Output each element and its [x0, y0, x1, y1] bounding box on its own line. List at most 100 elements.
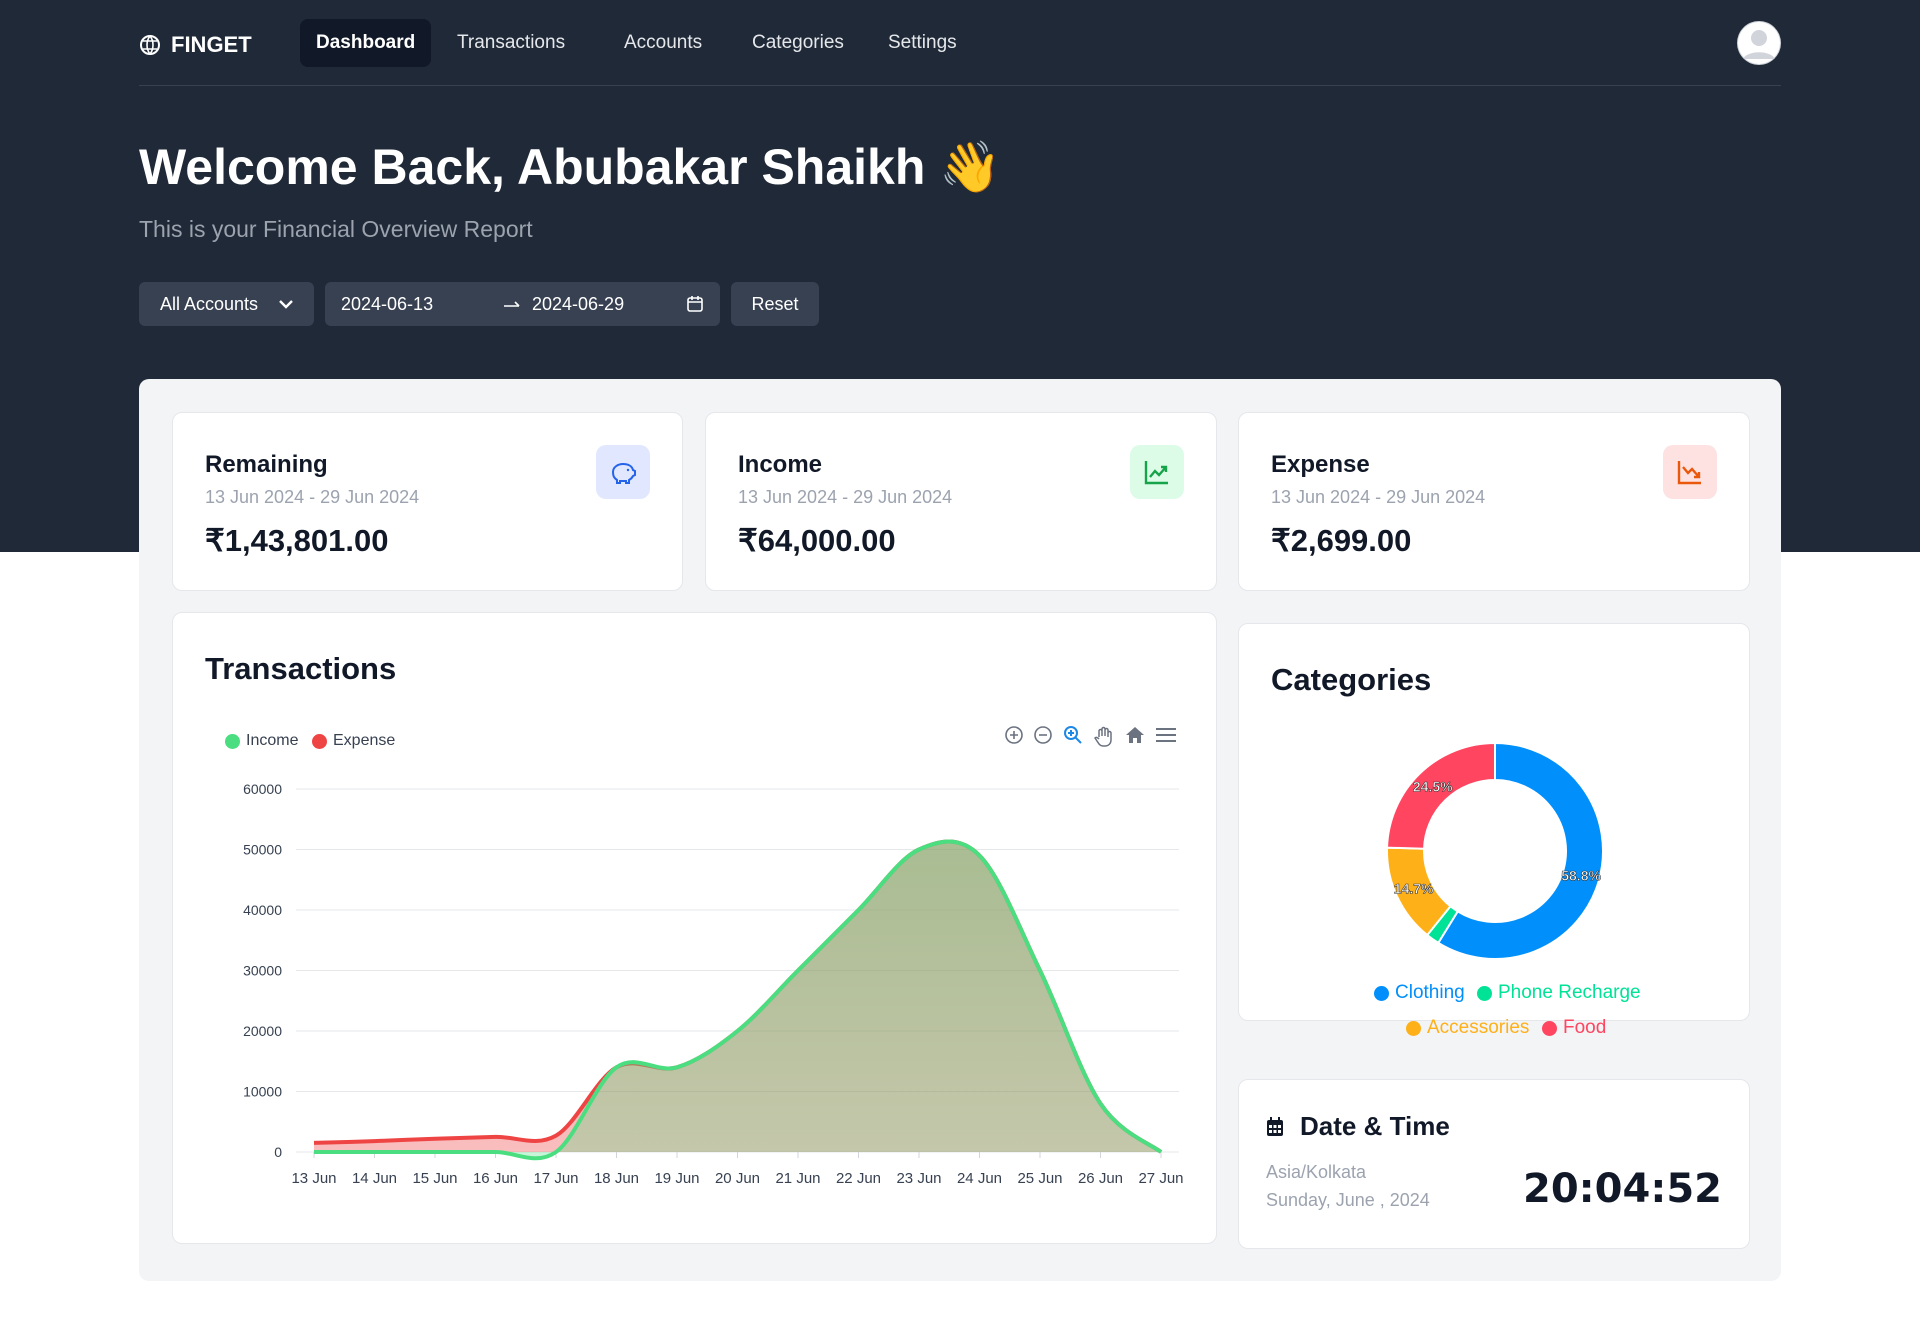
donut-slice-label: 24.5%	[1413, 779, 1453, 795]
legend-food-marker	[1542, 1020, 1557, 1036]
account-select[interactable]: All Accounts	[139, 282, 314, 326]
home-icon[interactable]	[1124, 725, 1146, 745]
legend-clothing-label: Clothing	[1395, 982, 1465, 1003]
stat-title: Income	[738, 451, 823, 478]
y-tick-label: 0	[274, 1144, 282, 1160]
nav-accounts[interactable]: Accounts	[608, 19, 718, 67]
series-area-income	[314, 841, 1161, 1159]
stat-range: 13 Jun 2024 - 29 Jun 2024	[738, 487, 953, 507]
calendar-icon	[1267, 1117, 1283, 1136]
trending-up-icon	[1130, 445, 1184, 499]
x-tick-label: 19 Jun	[654, 1170, 699, 1187]
nav-dashboard[interactable]: Dashboard	[300, 19, 432, 67]
legend-food[interactable]: Food	[1542, 1017, 1606, 1039]
transactions-area-chart: 0 10000 20000 30000 40000 50000 60000 13 Jun 14…	[243, 781, 1184, 1187]
stat-range: 13 Jun 2024 - 29 Jun 2024	[1271, 487, 1486, 507]
dashboard-panel: Remaining 13 Jun 2024 - 29 Jun 2024 ₹1,4…	[139, 379, 1781, 1281]
legend-expense-marker	[312, 733, 327, 749]
legend-phone-recharge-marker	[1477, 985, 1492, 1001]
logo[interactable]: FINGET	[139, 32, 252, 58]
donut-slice-label: 58.8%	[1561, 867, 1601, 883]
date-range-picker[interactable]: 2024-06-13 2024-06-29	[325, 282, 720, 326]
legend-accessories[interactable]: Accessories	[1406, 1017, 1529, 1039]
stat-value: ₹1,43,801.00	[205, 523, 389, 558]
selection-zoom-icon[interactable]	[1062, 725, 1084, 745]
legend-expense-label: Expense	[333, 732, 396, 749]
y-tick-label: 30000	[243, 963, 282, 979]
datetime-card: Date & Time Asia/Kolkata Sunday, June , …	[1238, 1079, 1750, 1249]
x-tick-label: 20 Jun	[715, 1170, 760, 1187]
page-title: Welcome Back, Abubakar Shaikh 👋	[139, 139, 1002, 195]
x-tick-label: 27 Jun	[1138, 1170, 1183, 1187]
stat-value: ₹2,699.00	[1271, 523, 1412, 558]
stat-card-remaining: Remaining 13 Jun 2024 - 29 Jun 2024 ₹1,4…	[172, 412, 683, 591]
chart-toolbar	[1004, 725, 1177, 747]
legend-phone-recharge-label: Phone Recharge	[1498, 982, 1641, 1003]
x-tick-label: 13 Jun	[291, 1170, 336, 1187]
x-tick-label: 25 Jun	[1017, 1170, 1062, 1187]
stat-range: 13 Jun 2024 - 29 Jun 2024	[205, 487, 420, 507]
nav-transactions[interactable]: Transactions	[441, 19, 581, 67]
pan-hand-icon[interactable]	[1093, 725, 1115, 747]
app-name: FINGET	[171, 32, 252, 57]
stat-title: Remaining	[205, 451, 328, 478]
chart-y-axis: 0 10000 20000 30000 40000 50000 60000	[243, 781, 282, 1160]
categories-donut-chart: 58.8% 14.7% 24.5%	[1386, 741, 1604, 960]
stat-title: Expense	[1271, 451, 1370, 478]
x-tick-label: 26 Jun	[1078, 1170, 1123, 1187]
zoom-in-icon[interactable]	[1004, 725, 1024, 745]
legend-food-label: Food	[1563, 1017, 1607, 1038]
stat-card-expense: Expense 13 Jun 2024 - 29 Jun 2024 ₹2,699…	[1238, 412, 1750, 591]
x-tick-label: 22 Jun	[836, 1170, 881, 1187]
nav-categories[interactable]: Categories	[736, 19, 860, 67]
legend-income-label: Income	[246, 732, 299, 749]
categories-title: Categories	[1271, 662, 1432, 697]
legend-income-marker	[225, 733, 240, 749]
transactions-title: Transactions	[205, 651, 397, 686]
arrow-right-icon	[504, 301, 520, 307]
page-subtitle: This is your Financial Overview Report	[139, 216, 533, 242]
x-tick-label: 16 Jun	[473, 1170, 518, 1187]
x-tick-label: 23 Jun	[896, 1170, 941, 1187]
timezone-label: Asia/Kolkata	[1266, 1162, 1367, 1182]
menu-icon[interactable]	[1155, 725, 1177, 745]
donut-slice-food[interactable]	[1386, 741, 1496, 850]
legend-clothing-marker	[1374, 985, 1389, 1001]
x-tick-label: 21 Jun	[775, 1170, 820, 1187]
legend-expense[interactable]: Expense	[312, 732, 395, 750]
nav-settings[interactable]: Settings	[872, 19, 973, 67]
end-date-input[interactable]: 2024-06-29	[532, 282, 624, 326]
globe-icon	[140, 35, 160, 55]
chart-x-axis: 13 Jun 14 Jun 15 Jun 16 Jun 17 Jun 18 Jun 19 J…	[291, 1152, 1184, 1187]
legend-phone-recharge[interactable]: Phone Recharge	[1477, 982, 1641, 1004]
chevron-down-icon	[279, 300, 293, 309]
stat-card-income: Income 13 Jun 2024 - 29 Jun 2024 ₹64,000…	[705, 412, 1217, 591]
y-tick-label: 20000	[243, 1023, 282, 1039]
x-tick-label: 18 Jun	[594, 1170, 639, 1187]
y-tick-label: 60000	[243, 781, 282, 797]
piggy-bank-icon	[596, 445, 650, 499]
x-tick-label: 24 Jun	[957, 1170, 1002, 1187]
stat-value: ₹64,000.00	[738, 523, 896, 558]
date-label: Sunday, June , 2024	[1266, 1190, 1430, 1210]
legend-income[interactable]: Income	[225, 732, 298, 750]
user-icon	[1738, 22, 1780, 64]
reset-button[interactable]: Reset	[731, 282, 819, 326]
chart-series	[313, 839, 1163, 1161]
start-date-input[interactable]: 2024-06-13	[341, 282, 433, 326]
calendar-icon	[687, 296, 703, 312]
y-tick-label: 50000	[243, 842, 282, 858]
transactions-card: Transactions Income Expense 0 10000 20000 3…	[172, 612, 1217, 1244]
zoom-out-icon[interactable]	[1033, 725, 1053, 745]
x-tick-label: 14 Jun	[352, 1170, 397, 1187]
y-tick-label: 10000	[243, 1084, 282, 1100]
legend-accessories-marker	[1406, 1020, 1421, 1036]
categories-card: Categories 58.8% 14.7% 24.5% Clothing Phon…	[1238, 623, 1750, 1038]
x-tick-label: 15 Jun	[412, 1170, 457, 1187]
x-tick-label: 17 Jun	[533, 1170, 578, 1187]
legend-clothing[interactable]: Clothing	[1374, 982, 1465, 1004]
avatar[interactable]	[1737, 21, 1781, 65]
clock-time: 20:04:52	[1523, 1166, 1722, 1212]
account-select-label: All Accounts	[160, 294, 259, 314]
donut-slice-label: 14.7%	[1394, 880, 1434, 896]
